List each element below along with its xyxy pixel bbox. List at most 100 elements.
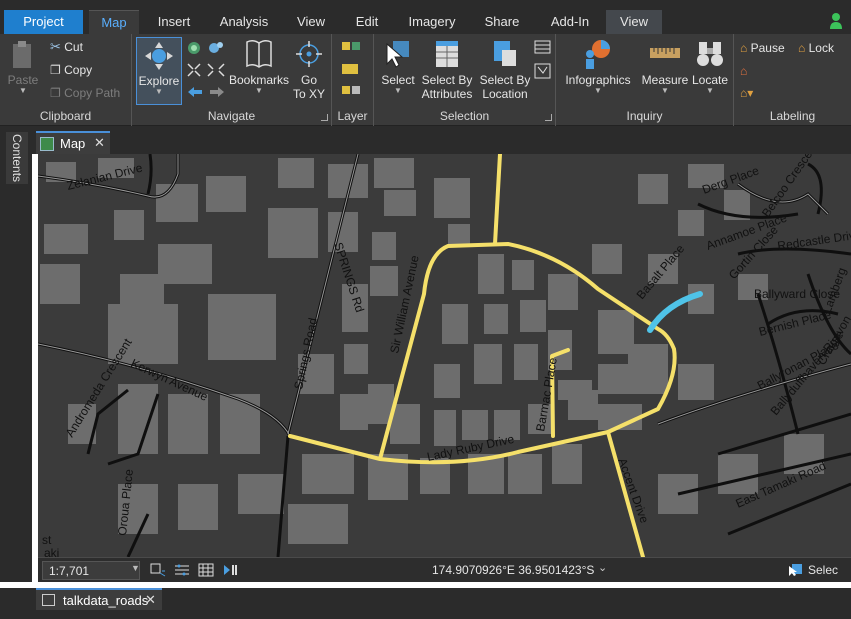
previous-next-extent-icon[interactable]	[186, 84, 226, 100]
attribute-table-tab-bar: talkdata_roads ✕	[0, 588, 851, 619]
infographics-dropdown-icon: ▼	[594, 86, 602, 95]
pause-label: Pause	[750, 41, 785, 55]
attribute-table-tab-label: talkdata_roads	[63, 593, 149, 608]
contents-pane-strip: Contents	[0, 126, 32, 584]
map-view-tab-label: Map	[60, 136, 86, 151]
contents-tab[interactable]: Contents	[6, 132, 28, 184]
bookmarks-icon	[246, 39, 272, 68]
explore-icon	[145, 42, 173, 70]
infographics-button[interactable]: Infographics ▼	[560, 38, 636, 95]
select-by-attributes-label-2: Attributes	[421, 87, 473, 101]
cut-button[interactable]: ✂ Cut	[50, 39, 83, 55]
grid-display-icon[interactable]	[198, 563, 214, 577]
paste-button[interactable]: Paste ▼	[6, 40, 40, 95]
coordinates-dropdown-icon[interactable]: ⌄	[598, 561, 607, 574]
layer-tools-icon[interactable]	[340, 40, 366, 100]
selection-group-label: Selection	[439, 109, 490, 123]
snapping-icon[interactable]	[174, 563, 190, 577]
selection-status-label[interactable]: Selec	[808, 563, 838, 577]
tab-share[interactable]: Share	[476, 10, 528, 34]
pause-labeling-button[interactable]: ⌂ Pause	[740, 41, 785, 55]
tab-add-in[interactable]: Add-In	[540, 10, 600, 34]
table-icon	[42, 594, 55, 606]
fixed-zoom-icon[interactable]	[186, 62, 226, 78]
binoculars-icon	[697, 42, 723, 66]
navigate-group: Explore ▼ Bookmarks ▼ Go To XY Navigate	[132, 34, 332, 126]
ribbon-tab-bar: Project Map Insert Analysis View Edit Im…	[0, 0, 851, 34]
signed-in-user-icon[interactable]	[829, 12, 843, 30]
tab-insert[interactable]: Insert	[148, 10, 200, 34]
scale-value: 1:7,701	[49, 564, 90, 578]
copy-path-button[interactable]: ❐ Copy Path	[50, 86, 120, 100]
locate-label: Locate	[691, 73, 729, 87]
go-to-xy-button[interactable]: Go To XY	[290, 38, 328, 101]
tab-edit[interactable]: Edit	[346, 10, 388, 34]
close-icon[interactable]: ✕	[145, 592, 156, 608]
tab-view-contextual[interactable]: View	[606, 10, 662, 34]
select-by-location-label-1: Select By	[479, 73, 531, 87]
paste-dropdown-icon: ▼	[19, 86, 27, 95]
go-to-xy-icon	[296, 41, 322, 67]
cursor-coordinates: 174.9070926°E 36.9501423°S	[432, 563, 595, 577]
paste-label: Paste	[7, 73, 39, 87]
select-by-attributes-label-1: Select By	[421, 73, 473, 87]
measure-dropdown-icon: ▼	[661, 86, 669, 95]
copy-button[interactable]: ❐ Copy	[50, 63, 92, 77]
map-drawing[interactable]: Zelanian Drive SPRINGS Rd Sir William Av…	[38, 154, 851, 557]
scale-selector[interactable]: 1:7,701 ▼	[42, 561, 140, 580]
tab-project[interactable]: Project	[4, 10, 83, 34]
explore-label: Explore	[138, 74, 180, 88]
bookmarks-label: Bookmarks	[228, 73, 290, 87]
inquiry-group: Infographics ▼ Measure ▼ Locate ▼ Inquir…	[556, 34, 734, 126]
unplaced-labels-icon: ⌂	[740, 64, 748, 78]
lock-labeling-button[interactable]: ⌂ Lock	[798, 41, 834, 55]
tab-view[interactable]: View	[288, 10, 334, 34]
ribbon: Paste ▼ ✂ Cut ❐ Copy ❐ Copy Path Clipboa…	[0, 34, 851, 126]
close-icon[interactable]: ✕	[94, 135, 105, 151]
navigate-group-label: Navigate	[207, 109, 256, 123]
bookmarks-button[interactable]: Bookmarks ▼	[228, 38, 290, 95]
paste-icon	[13, 41, 31, 68]
copy-path-label: Copy Path	[64, 86, 121, 100]
select-dropdown-icon: ▼	[394, 86, 402, 95]
labeling-group: ⌂ Pause ⌂ Lock ⌂ ⌂▾ Labeling	[734, 34, 851, 126]
go-label: Go	[300, 73, 317, 87]
copy-icon: ❐	[50, 63, 61, 77]
more-labeling-button[interactable]: ⌂▾	[740, 86, 753, 100]
labeling-group-label: Labeling	[769, 109, 816, 123]
explore-button[interactable]: Explore ▼	[136, 37, 182, 105]
select-by-attributes-icon	[436, 41, 458, 67]
map-view-tab[interactable]: Map ✕	[36, 131, 110, 154]
tab-imagery[interactable]: Imagery	[400, 10, 464, 34]
view-unplaced-labels-button[interactable]: ⌂	[740, 64, 747, 78]
selection-attributes-icons[interactable]	[534, 40, 552, 80]
clipboard-group-label: Clipboard	[39, 109, 92, 123]
grid-tool-icon[interactable]	[150, 563, 166, 577]
tab-analysis[interactable]: Analysis	[212, 10, 276, 34]
locate-button[interactable]: Locate ▼	[690, 38, 730, 95]
select-icon	[386, 41, 409, 68]
labeling-options-icon: ⌂▾	[740, 86, 754, 100]
scissors-icon: ✂	[50, 39, 61, 54]
map-icon	[40, 137, 54, 151]
tab-map[interactable]: Map	[89, 10, 139, 34]
map-view-tab-bar: Map ✕	[32, 126, 851, 154]
measure-button[interactable]: Measure ▼	[638, 38, 692, 95]
scale-dropdown-icon: ▼	[131, 563, 140, 573]
map-status-bar: 1:7,701 ▼ 174.9070926°E 36.9501423°S ⌄ S…	[38, 557, 851, 582]
selection-count-icon	[789, 564, 802, 576]
full-extent-icon[interactable]	[186, 40, 226, 56]
select-by-location-icon	[494, 41, 516, 66]
to-xy-label: To XY	[292, 87, 325, 101]
select-button[interactable]: Select ▼	[378, 38, 418, 95]
explore-dropdown-icon: ▼	[155, 87, 163, 96]
attribute-table-tab[interactable]: talkdata_roads ✕	[36, 588, 162, 610]
map-canvas[interactable]: Zelanian Drive SPRINGS Rd Sir William Av…	[38, 154, 851, 557]
select-by-location-button[interactable]: Select By Location	[476, 38, 534, 101]
copy-label: Copy	[64, 63, 93, 77]
locate-dropdown-icon: ▼	[706, 86, 714, 95]
measure-label: Measure	[641, 73, 689, 87]
select-by-attributes-button[interactable]: Select By Attributes	[418, 38, 476, 101]
clipboard-group: Paste ▼ ✂ Cut ❐ Copy ❐ Copy Path Clipboa…	[0, 34, 132, 126]
pause-drawing-icon[interactable]	[222, 563, 238, 577]
